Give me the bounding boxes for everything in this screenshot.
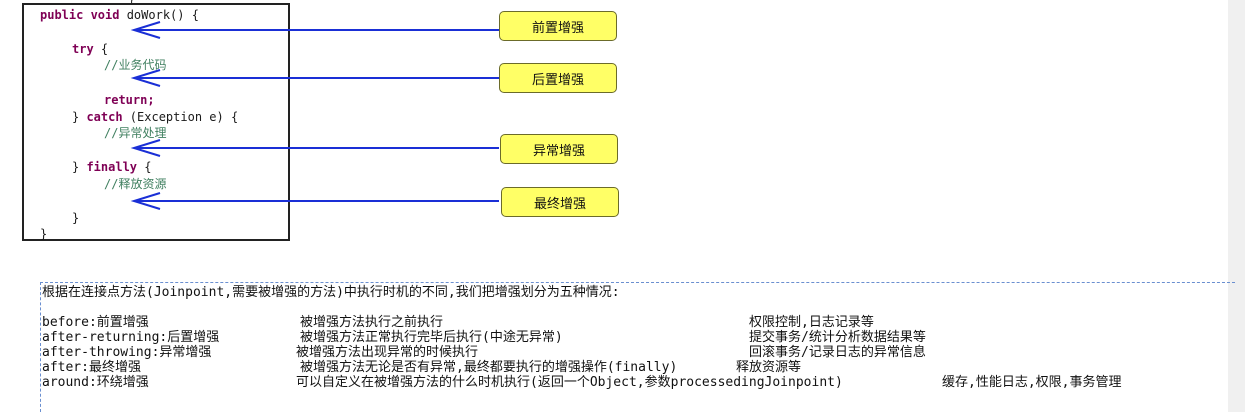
note-type-around: around:环绕增强	[42, 375, 149, 390]
note-use-after: 释放资源等	[736, 360, 802, 375]
note-desc-after-returning: 被增强方法正常执行完毕后执行(中途无异常)	[300, 330, 563, 345]
note-use-around: 缓存,性能日志,权限,事务管理	[942, 375, 1122, 390]
note-use-before: 权限控制,日志记录等	[749, 315, 874, 330]
note-use-after-throwing: 回滚事务/记录日志的异常信息	[749, 345, 926, 360]
notes-intro: 根据在连接点方法(Joinpoint,需要被增强的方法)中执行时机的不同,我们把…	[42, 285, 620, 300]
note-desc-after-throwing: 被增强方法出现异常的时候执行	[296, 345, 479, 360]
note-type-before: before:前置增强	[42, 315, 149, 330]
note-desc-before: 被增强方法执行之前执行	[300, 315, 444, 330]
badge-before: 前置增强	[499, 11, 617, 41]
arrow-after-throwing	[130, 139, 499, 157]
badge-after-returning: 后置增强	[499, 63, 617, 93]
notes-box	[40, 282, 1235, 412]
badge-after-throwing: 异常增强	[500, 134, 618, 164]
arrow-before	[130, 21, 499, 39]
note-use-after-returning: 提交事务/统计分析数据结果等	[749, 330, 926, 345]
note-desc-after: 被增强方法无论是否有异常,最终都要执行的增强操作(finally)	[300, 360, 678, 375]
arrow-after	[130, 192, 499, 210]
note-type-after: after:最终增强	[42, 360, 141, 375]
note-type-after-returning: after-returning:后置增强	[42, 330, 220, 345]
note-type-after-throwing: after-throwing:异常增强	[42, 345, 212, 360]
arrow-after-returning	[130, 69, 499, 87]
note-desc-around: 可以自定义在被增强方法的什么时机执行(返回一个Object,参数processe…	[296, 375, 843, 390]
badge-after: 最终增强	[501, 187, 619, 217]
